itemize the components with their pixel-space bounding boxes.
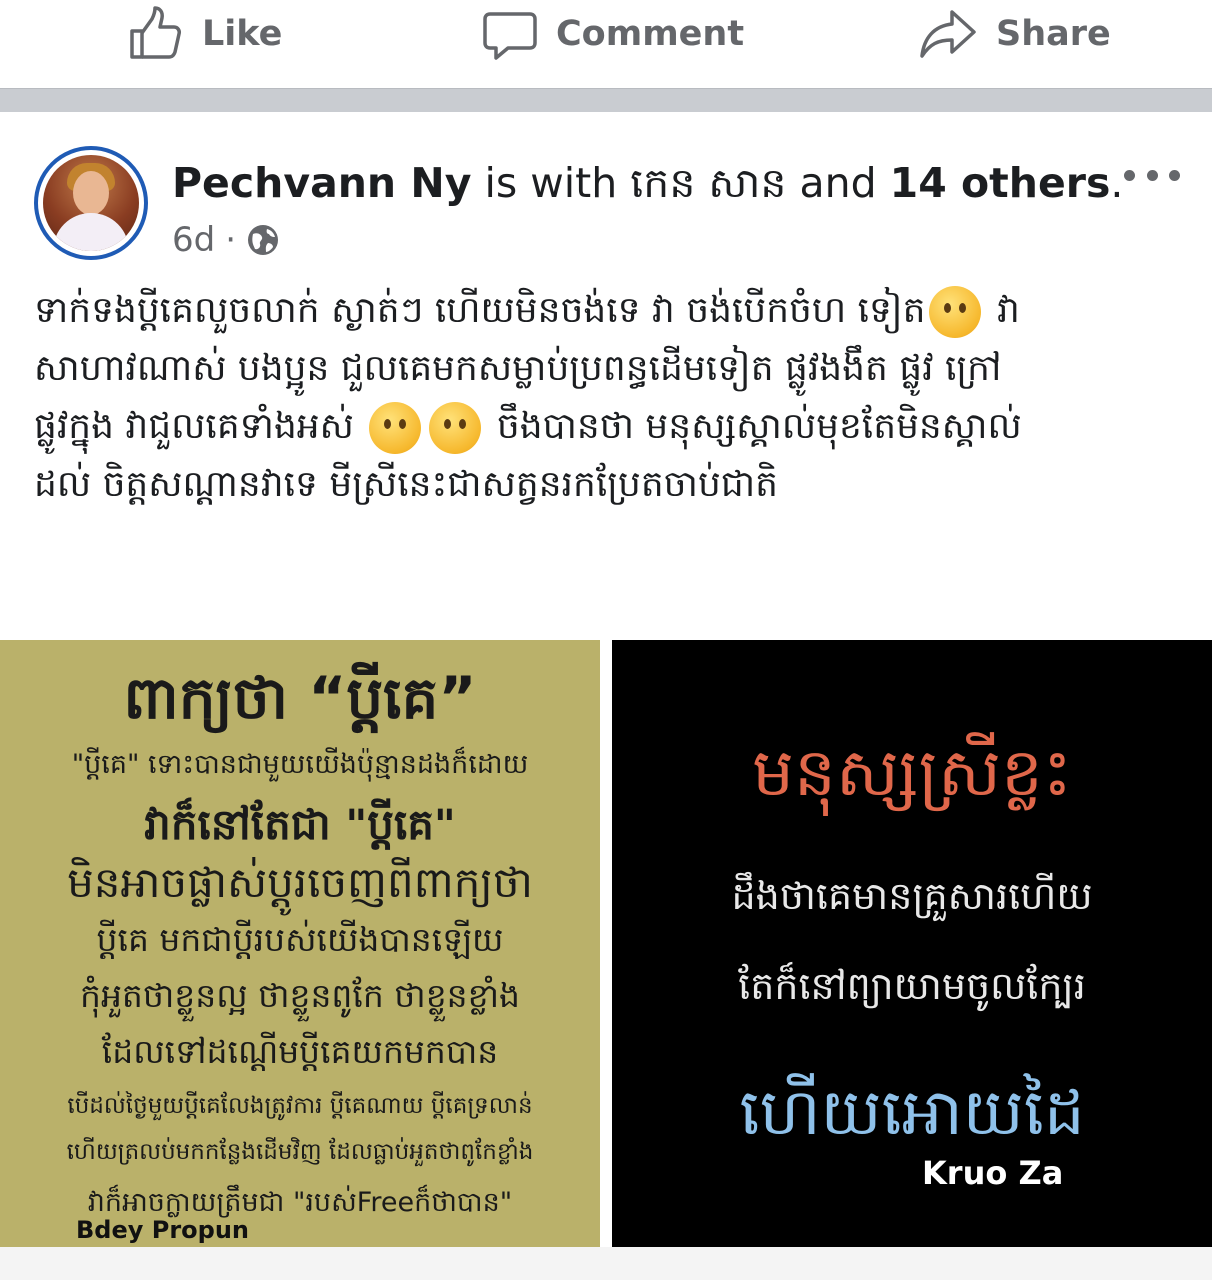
like-button[interactable]: Like (126, 4, 282, 64)
image-left-line: បើដល់ថ្ងៃមួយប្តីគេលែងត្រូវការ ប្តីគេណាយ … (67, 1093, 533, 1119)
share-label: Share (996, 14, 1111, 54)
image-left-line: ហើយត្រលប់មកកន្លែងដើមវិញ ដែលធ្លាប់អួតថាពូ… (66, 1139, 534, 1165)
meta-separator: · (225, 220, 237, 260)
image-left-signature: Bdey Propun (76, 1216, 250, 1244)
avatar[interactable] (34, 146, 148, 260)
image-right-title: មនុស្សស្រីខ្លះ (752, 734, 1072, 811)
image-right-line: ហើយអោយដៃ (739, 1076, 1085, 1150)
post-meta: 6d · (172, 220, 280, 260)
image-right-signature: Kruo Za (922, 1154, 1064, 1192)
share-button[interactable]: Share (918, 4, 1111, 64)
others-link[interactable]: 14 others (890, 159, 1111, 207)
image-left-line: វាក៏នៅតែជា "ប្តីគេ" (144, 800, 456, 849)
author-name-link[interactable]: Pechvann Ny (172, 159, 471, 207)
pleading-face-emoji-icon (929, 286, 982, 338)
feed-divider (0, 88, 1212, 112)
image-left-line: ដែលទៅដណ្តើមប្តីគេយកមកបាន (101, 1032, 499, 1071)
image-left-line: មិនអាចផ្លាស់ប្តូរចេញពីពាក្យថា (67, 858, 533, 907)
image-left-line: កុំអួតថាខ្លួនល្អ ថាខ្លួនពូកែ ថាខ្លួនខ្លា… (80, 976, 520, 1015)
and-text: and (786, 159, 890, 207)
share-arrow-icon (920, 10, 976, 58)
post-text-line: ទាក់ទងប្តីគេលួចលាក់ ស្ងាត់ៗ ហើយមិនចង់ទេ … (34, 290, 926, 331)
more-dot-icon (1169, 169, 1180, 181)
tagged-person-link[interactable]: កេន សាន (630, 159, 786, 207)
avatar-photo (43, 155, 139, 251)
image-right-line: ដឹងថាគេមានគ្រួសារហើយ (731, 874, 1093, 918)
post-header-line: Pechvann Ny is with កេន សាន and 14 other… (172, 158, 1123, 218)
post-text-line: វា (996, 290, 1020, 331)
post-action-bar: Like Comment Share (0, 0, 1212, 88)
period: . (1110, 159, 1124, 207)
post-body-text: ទាក់ទងប្តីគេលួចលាក់ ស្ងាត់ៗ ហើយមិនចង់ទេ … (34, 282, 1184, 514)
post-text-line: ផ្លូវក្នុង វាជួលគេទាំងអស់ (34, 406, 354, 447)
image-left-line: "ប្តីគេ" ទោះបានជាមួយយើងប៉ុន្មានដងក៏ដោយ (71, 749, 529, 780)
image-left-line: ប្តីគេ មកជាប្តីរបស់យើងបានឡើយ (96, 920, 504, 959)
more-dot-icon (1124, 169, 1135, 181)
comment-icon (483, 12, 537, 60)
with-text: is with (471, 159, 631, 207)
sad-tear-emoji-icon (369, 402, 422, 454)
like-label: Like (202, 14, 283, 54)
globe-icon (248, 225, 279, 255)
post-text-line: សាហាវណាស់ បងប្អូន ជួលគេមកសម្លាប់ប្រពន្ធដ… (34, 348, 1002, 389)
smirk-emoji-icon (429, 402, 482, 454)
more-dot-icon (1146, 169, 1158, 181)
post-text-line: ដល់ ចិត្តសណ្ដានវាទេ មីស្រីនេះជាសត្វនរកប្… (34, 464, 778, 505)
post-timestamp[interactable]: 6d (172, 220, 215, 260)
post-image-right[interactable]: មនុស្សស្រីខ្លះ ដឹងថាគេមានគ្រួសារហើយ តែក៏… (612, 640, 1212, 1247)
image-left-title: ពាក្យថា “ប្តីគេ” (123, 664, 477, 732)
image-right-line: តែក៏នៅព្យាយាមចូលក្បែរ (738, 964, 1086, 1008)
bottom-strip (0, 1247, 1212, 1280)
post-image-left[interactable]: ពាក្យថា “ប្តីគេ” "ប្តីគេ" ទោះបានជាមួយយើង… (0, 640, 600, 1247)
comment-label: Comment (556, 14, 745, 54)
thumbs-up-icon (130, 6, 181, 59)
more-options-button[interactable] (1124, 160, 1180, 190)
post-text-line: ចឹងបានថា មនុស្សស្គាល់មុខតែមិនស្គាល់ (496, 406, 1022, 447)
comment-button[interactable]: Comment (482, 4, 744, 64)
